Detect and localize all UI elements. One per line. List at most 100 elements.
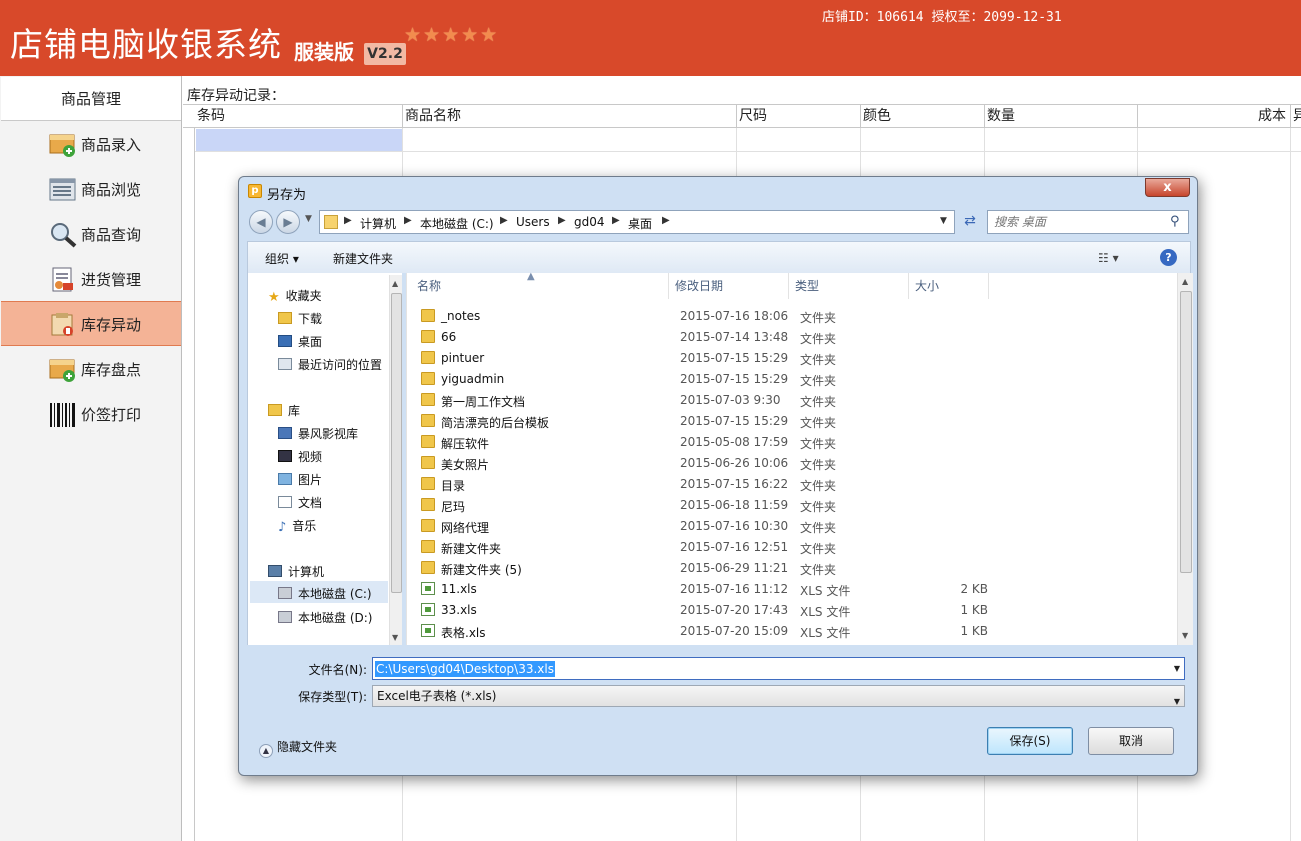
nav-item-favorites[interactable]: ★ 收藏夹 — [268, 287, 322, 305]
sidebar-item-purchase[interactable]: 进货管理 — [1, 257, 181, 302]
folder-icon — [421, 456, 435, 469]
forward-button[interactable]: ▶ — [276, 210, 300, 234]
nav-item-downloads[interactable]: 下载 — [278, 310, 322, 327]
sidebar-item-stock-change[interactable]: 库存异动 — [1, 301, 181, 346]
folder-icon — [421, 414, 435, 427]
sidebar-item-price-tag-print[interactable]: 价签打印 — [1, 392, 181, 437]
chevron-down-icon[interactable]: ▼ — [1174, 664, 1180, 673]
breadcrumb-desktop[interactable]: 桌面 — [628, 215, 652, 232]
cancel-button[interactable]: 取消 — [1088, 727, 1174, 755]
column-header-size[interactable]: 大小 — [909, 273, 989, 299]
file-row[interactable]: 解压软件 2015-05-08 17:59 文件夹 — [407, 432, 1175, 453]
row-indicator-column — [183, 104, 195, 841]
filetype-select[interactable]: Excel电子表格 (*.xls) ▼ — [372, 685, 1185, 707]
search-icon[interactable]: ⚲ — [1170, 214, 1180, 229]
file-row[interactable]: 第一周工作文档 2015-07-03 9:30 文件夹 — [407, 390, 1175, 411]
sidebar-item-product-search[interactable]: 商品查询 — [1, 212, 181, 257]
sidebar-item-stock-count[interactable]: 库存盘点 — [1, 347, 181, 392]
nav-item-desktop[interactable]: 桌面 — [278, 333, 322, 350]
nav-item-libraries[interactable]: 库 — [268, 402, 300, 419]
nav-item-drive-c[interactable]: 本地磁盘 (C:) — [250, 581, 388, 603]
file-row[interactable]: 66 2015-07-14 13:48 文件夹 — [407, 327, 1175, 348]
sidebar-item-label: 商品查询 — [81, 226, 142, 244]
desktop-icon — [278, 335, 292, 347]
close-button[interactable]: x — [1145, 178, 1190, 197]
folder-icon — [421, 393, 435, 406]
scroll-down-icon[interactable]: ▼ — [1182, 631, 1188, 640]
file-row[interactable]: 网络代理 2015-07-16 10:30 文件夹 — [407, 516, 1175, 537]
file-row[interactable]: 新建文件夹 (5) 2015-06-29 11:21 文件夹 — [407, 558, 1175, 579]
filename-combobox[interactable]: C:\Users\gd04\Desktop\33.xls ▼ — [372, 657, 1185, 680]
address-bar[interactable]: ▶ 计算机 ▶ 本地磁盘 (C:) ▶ Users ▶ gd04 ▶ 桌面 ▶ … — [319, 210, 955, 234]
video-library-icon — [278, 427, 292, 439]
dialog-toolbar: 组织 ▾ 新建文件夹 ☷ ▾ ? — [247, 241, 1191, 273]
save-button[interactable]: 保存(S) — [987, 727, 1073, 755]
refresh-button[interactable]: ⇄ — [957, 210, 983, 234]
scrollbar-thumb[interactable] — [391, 293, 402, 593]
file-row[interactable]: _notes 2015-07-16 18:06 文件夹 — [407, 306, 1175, 327]
recent-places-icon — [278, 358, 292, 370]
breadcrumb-users[interactable]: Users — [516, 215, 550, 229]
column-header-change[interactable]: 异 — [1291, 105, 1301, 128]
column-header-file-name[interactable]: ▲ 名称 — [407, 271, 669, 299]
file-row[interactable]: 目录 2015-07-15 16:22 文件夹 — [407, 474, 1175, 495]
chevron-down-icon[interactable]: ▼ — [1174, 692, 1180, 712]
new-folder-button[interactable]: 新建文件夹 — [333, 250, 393, 267]
nav-item-videos[interactable]: 视频 — [278, 448, 322, 465]
selected-cell[interactable] — [196, 129, 402, 151]
sidebar-header[interactable]: 商品管理 — [1, 77, 181, 121]
column-header-type[interactable]: 类型 — [789, 273, 909, 299]
view-options-icon[interactable]: ☷ ▾ — [1098, 251, 1119, 265]
chevron-down-icon[interactable]: ▼ — [940, 216, 947, 226]
file-row[interactable]: 尼玛 2015-06-18 11:59 文件夹 — [407, 495, 1175, 516]
hide-folders-toggle[interactable]: ▲ 隐藏文件夹 — [259, 738, 337, 758]
app-edition: 服装版 — [294, 40, 354, 64]
nav-item-drive-d[interactable]: 本地磁盘 (D:) — [278, 609, 372, 626]
nav-item-pictures[interactable]: 图片 — [278, 471, 322, 488]
sidebar-item-product-browse[interactable]: 商品浏览 — [1, 167, 181, 212]
recent-locations-dropdown[interactable]: ▼ — [305, 214, 312, 224]
scroll-up-icon[interactable]: ▲ — [392, 279, 398, 288]
file-row[interactable]: 新建文件夹 2015-07-16 12:51 文件夹 — [407, 537, 1175, 558]
nav-item-recent-places[interactable]: 最近访问的位置 — [278, 356, 382, 373]
file-row[interactable]: 表格.xls 2015-07-20 15:09 XLS 文件 1 KB — [407, 621, 1175, 642]
product-add-icon — [49, 134, 75, 157]
file-row[interactable]: yiguadmin 2015-07-15 15:29 文件夹 — [407, 369, 1175, 390]
sidebar-item-product-entry[interactable]: 商品录入 — [1, 122, 181, 167]
breadcrumb-gd04[interactable]: gd04 — [574, 215, 605, 229]
column-header-color[interactable]: 颜色 — [861, 105, 985, 128]
dialog-titlebar[interactable]: p 另存为 x — [239, 177, 1197, 207]
column-header-barcode[interactable]: 条码 — [195, 105, 403, 128]
drive-icon — [278, 587, 292, 599]
nav-item-computer[interactable]: 计算机 — [268, 563, 324, 580]
scrollbar-thumb[interactable] — [1180, 291, 1192, 573]
nav-item-documents[interactable]: 文档 — [278, 494, 322, 511]
file-row[interactable]: 简洁漂亮的后台模板 2015-07-15 15:29 文件夹 — [407, 411, 1175, 432]
file-row[interactable]: 33.xls 2015-07-20 17:43 XLS 文件 1 KB — [407, 600, 1175, 621]
file-row[interactable]: 11.xls 2015-07-16 11:12 XLS 文件 2 KB — [407, 579, 1175, 600]
app-header: 店铺电脑收银系统 服装版 V2.2 ★★★★★ 店铺ID：106614 授权至：… — [0, 0, 1301, 76]
scroll-down-icon[interactable]: ▼ — [392, 633, 398, 642]
music-icon: ♪ — [278, 520, 287, 535]
nav-scrollbar[interactable]: ▲ ▼ — [389, 275, 402, 645]
help-icon[interactable]: ? — [1160, 249, 1177, 266]
breadcrumb-computer[interactable]: 计算机 — [360, 215, 396, 232]
file-list-scrollbar[interactable]: ▲ ▼ — [1177, 273, 1193, 645]
nav-item-video-library[interactable]: 暴风影视库 — [278, 425, 358, 442]
column-header-name[interactable]: 商品名称 — [403, 105, 737, 128]
column-header-cost[interactable]: 成本 — [1138, 105, 1291, 128]
back-button[interactable]: ◀ — [249, 210, 273, 234]
scroll-up-icon[interactable]: ▲ — [1182, 277, 1188, 286]
search-box[interactable]: ⚲ — [987, 210, 1189, 234]
grid-header: 条码 商品名称 尺码 颜色 数量 成本 异 — [183, 104, 1301, 128]
file-row[interactable]: pintuer 2015-07-15 15:29 文件夹 — [407, 348, 1175, 369]
column-header-modified[interactable]: 修改日期 — [669, 273, 789, 299]
breadcrumb-drive-c[interactable]: 本地磁盘 (C:) — [420, 215, 494, 232]
column-header-size[interactable]: 尺码 — [737, 105, 861, 128]
nav-item-music[interactable]: ♪ 音乐 — [278, 517, 316, 535]
column-header-quantity[interactable]: 数量 — [985, 105, 1138, 128]
file-row[interactable]: 美女照片 2015-06-26 10:06 文件夹 — [407, 453, 1175, 474]
stock-change-icon — [51, 313, 73, 336]
organize-button[interactable]: 组织 ▾ — [265, 250, 299, 267]
search-input[interactable] — [994, 214, 1164, 230]
